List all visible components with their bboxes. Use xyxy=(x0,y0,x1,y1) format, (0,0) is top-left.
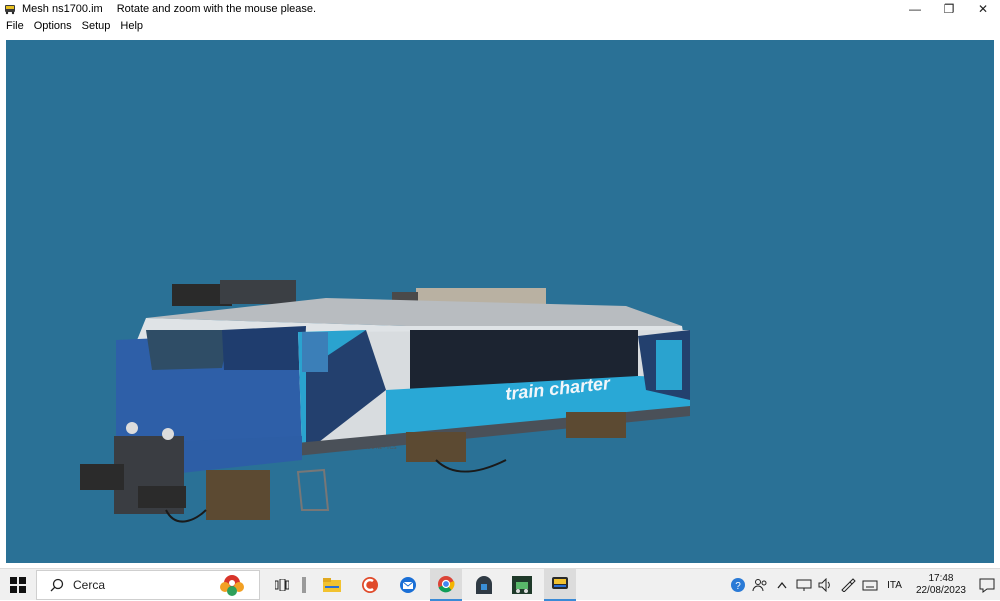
window-hint: Rotate and zoom with the mouse please. xyxy=(116,3,317,15)
notification-button[interactable] xyxy=(974,569,1000,601)
minimize-button[interactable]: — xyxy=(898,0,932,18)
roof-box-right xyxy=(220,280,296,304)
folder-icon xyxy=(323,577,341,592)
bogie-rear xyxy=(566,412,626,438)
clock-date: 22/08/2023 xyxy=(915,585,966,596)
buffer-right xyxy=(138,486,186,508)
help-icon[interactable]: ? xyxy=(729,576,747,594)
people-icon[interactable] xyxy=(751,576,769,594)
chevron-up-icon[interactable] xyxy=(773,576,791,594)
search-input[interactable]: Cerca xyxy=(73,578,105,592)
start-button[interactable] xyxy=(0,569,36,601)
pen-icon[interactable] xyxy=(839,576,857,594)
clock-time: 17:48 xyxy=(928,573,954,584)
train-app-2-button[interactable] xyxy=(506,569,538,601)
thunderbird-button[interactable] xyxy=(392,569,424,601)
windows-logo-icon xyxy=(10,576,26,593)
svg-text:?: ? xyxy=(735,581,741,592)
bogie-mid xyxy=(406,432,466,462)
cab-side-window xyxy=(222,326,306,370)
menu-file[interactable]: File xyxy=(0,20,29,32)
rear-door xyxy=(656,340,682,390)
ccleaner-button[interactable] xyxy=(354,569,386,601)
task-view-icon xyxy=(275,578,289,591)
train-app-icon xyxy=(4,3,16,15)
ccleaner-icon xyxy=(362,576,378,593)
steam-train-icon xyxy=(512,575,532,594)
menu-options[interactable]: Options xyxy=(29,20,77,32)
thunderbird-icon xyxy=(400,576,416,593)
train-app-1-button[interactable] xyxy=(468,569,500,601)
taskbar-separator xyxy=(298,569,310,601)
cab-door-window xyxy=(302,332,328,372)
keyboard-icon[interactable] xyxy=(861,576,879,594)
restore-button[interactable]: ❐ xyxy=(932,0,966,18)
search-icon xyxy=(49,577,65,593)
locomotive-model: train charter 102061 91 84 1172 658 8 NL… xyxy=(80,280,690,523)
menu-setup[interactable]: Setup xyxy=(77,20,116,32)
menu-bar: File Options Setup Help xyxy=(0,18,148,34)
title-bar: Mesh ns1700.im Rotate and zoom with the … xyxy=(0,0,1000,18)
buffer-left xyxy=(80,464,124,490)
window-controls: — ❐ ✕ xyxy=(898,0,1000,18)
search-box[interactable]: Cerca xyxy=(36,569,260,600)
notification-icon xyxy=(979,578,995,593)
taskbar: Cerca ? ITA 17:48 22/08/2023 xyxy=(0,568,1000,601)
3d-viewport[interactable]: train charter 102061 91 84 1172 658 8 NL… xyxy=(6,40,994,563)
chrome-icon xyxy=(438,575,455,592)
app-window: Mesh ns1700.im Rotate and zoom with the … xyxy=(0,0,1000,568)
task-view-button[interactable] xyxy=(266,569,298,601)
network-icon[interactable] xyxy=(795,576,813,594)
close-button[interactable]: ✕ xyxy=(966,0,1000,18)
bogie-front xyxy=(206,470,270,520)
volume-icon[interactable] xyxy=(817,576,835,594)
search-highlight-icon xyxy=(220,574,244,596)
clock[interactable]: 17:48 22/08/2023 xyxy=(916,573,966,597)
window-title: Mesh ns1700.im xyxy=(22,3,103,15)
chrome-button[interactable] xyxy=(430,568,462,601)
system-tray: ? ITA 17:48 22/08/2023 xyxy=(727,569,1000,601)
cab-windscreen xyxy=(146,330,230,370)
headlight-right xyxy=(162,428,174,440)
separator-icon xyxy=(302,576,306,593)
tunnel-train-icon xyxy=(476,575,492,594)
menu-help[interactable]: Help xyxy=(115,20,148,32)
locomotive-icon xyxy=(552,576,568,589)
headlight-left xyxy=(126,422,138,434)
language-indicator[interactable]: ITA xyxy=(887,580,902,591)
access-ladder xyxy=(296,468,330,511)
train-app-3-button[interactable] xyxy=(544,568,576,601)
file-explorer-button[interactable] xyxy=(316,569,348,601)
